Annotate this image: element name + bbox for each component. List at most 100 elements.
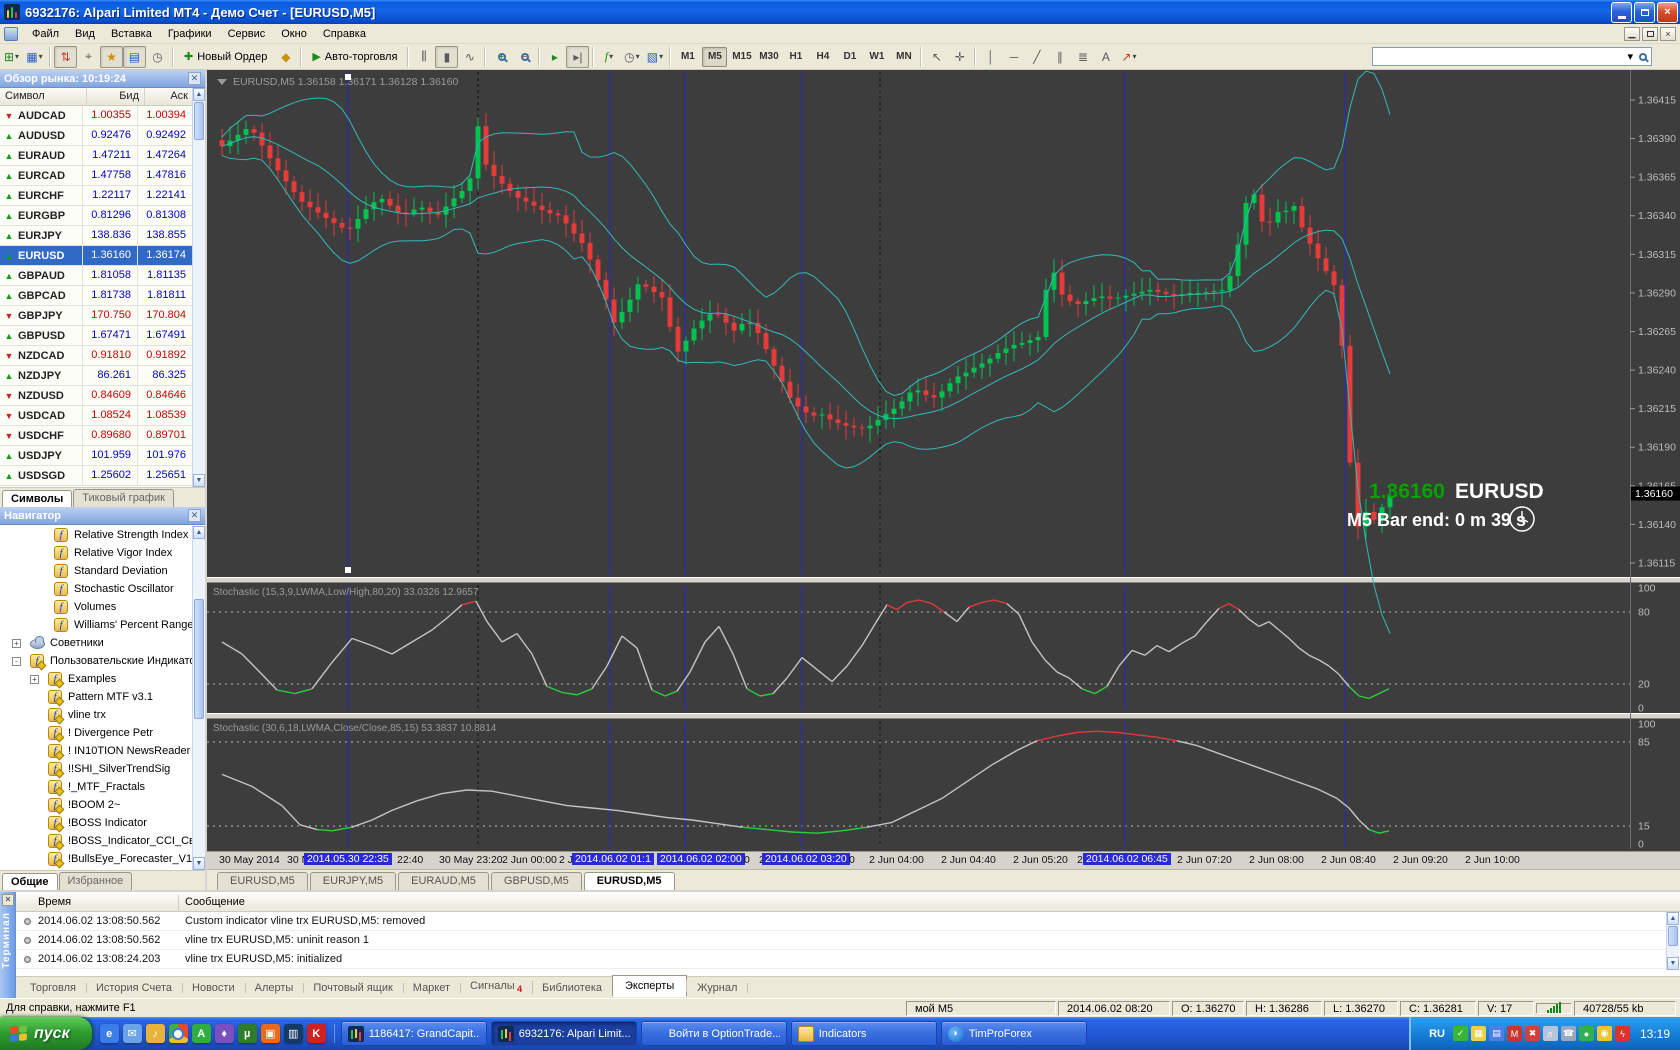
text-tool-button[interactable]: A (1094, 46, 1117, 68)
navigator-scrollbar[interactable]: ▲ ▼ (192, 526, 205, 870)
media-player-icon[interactable]: ♦ (214, 1024, 234, 1043)
timeframe-button-w1[interactable]: W1 (864, 47, 889, 67)
mail-tray-icon[interactable]: M (1506, 1026, 1522, 1041)
scroll-down-icon[interactable]: ▼ (193, 474, 205, 487)
trendline-tool-button[interactable]: ╱ (1025, 46, 1048, 68)
navigator-item[interactable]: f Volumes (0, 598, 192, 616)
indicators-button[interactable]: f ▾ (597, 46, 620, 68)
navigator-item[interactable]: f !!SHI_SilverTrendSig (0, 760, 192, 778)
chart-tab-eurusd-m5[interactable]: EURUSD,M5 (217, 872, 308, 890)
market-watch-row-gbpjpy[interactable]: ▼ GBPJPY 170.750 170.804 (0, 306, 192, 326)
terminal-tab-новости[interactable]: Новости (182, 979, 246, 997)
navigator-item[interactable]: f Stochastic Oscillator (0, 580, 192, 598)
navigator-close-icon[interactable]: ✕ (188, 509, 201, 522)
vertical-line-tool-button[interactable]: │ (979, 46, 1002, 68)
metaeditor-button[interactable]: ◆ (274, 46, 297, 68)
terminal-log-row[interactable]: 2014.06.02 13:08:50.562 Custom indicator … (16, 912, 1666, 931)
winamp-icon[interactable]: ♪ (145, 1024, 165, 1043)
navigator-item[interactable]: f Relative Strength Index (0, 526, 192, 544)
chart-tab-euraud-m5[interactable]: EURAUD,M5 (398, 872, 489, 890)
security-tray-icon[interactable]: ✖ (1524, 1026, 1540, 1041)
market-watch-toggle-button[interactable]: ⇅ (54, 45, 77, 68)
periods-button[interactable]: ◷ ▾ (620, 46, 643, 68)
taskbar-task-timproforex[interactable]: ◗ TimProForex (940, 1021, 1087, 1046)
menu-item-3[interactable]: Графики (160, 25, 220, 43)
navigator-item[interactable]: f vline trx (0, 706, 192, 724)
market-watch-row-euraud[interactable]: ▲ EURAUD 1.47211 1.47264 (0, 146, 192, 166)
terminal-log-row[interactable]: 2014.06.02 13:08:50.562 vline trx EURUSD,… (16, 931, 1666, 950)
navigator-item[interactable]: - f Пользовательские Индикатор (0, 652, 192, 670)
navigator-item[interactable]: f ! IN10TION NewsReader v (0, 742, 192, 760)
navigator-item[interactable]: f Pattern MTF v3.1 (0, 688, 192, 706)
menu-item-1[interactable]: Вид (67, 25, 103, 43)
navigator-item[interactable]: + Советники (0, 634, 192, 652)
terminal-tab-библиотека[interactable]: Библиотека (532, 979, 613, 997)
na-tray-icon[interactable]: ▦ (1470, 1026, 1486, 1041)
market-watch-row-eurchf[interactable]: ▲ EURCHF 1.22117 1.22141 (0, 186, 192, 206)
antivirus-tray-icon[interactable]: ✓ (1452, 1026, 1468, 1041)
channel-tool-button[interactable]: ∥ (1048, 46, 1071, 68)
timeframe-button-m5[interactable]: M5 (702, 46, 728, 67)
cursor-tool-button[interactable]: ↖ (925, 46, 948, 68)
minimize-button[interactable] (1611, 1, 1632, 23)
market-watch-row-nzdjpy[interactable]: ▲ NZDJPY 86.261 86.325 (0, 366, 192, 386)
candlestick-chart-button[interactable]: ▮ (435, 45, 459, 68)
timeframe-button-d1[interactable]: D1 (837, 47, 862, 67)
expand-plus-icon[interactable]: + (12, 638, 21, 648)
profiles-button[interactable]: ▦ ▾ (23, 46, 46, 68)
navigator-item[interactable]: + f Examples (0, 670, 192, 688)
zoom-out-button[interactable]: − (512, 46, 535, 68)
terminal-tab-история-счета[interactable]: История Счета (86, 979, 184, 997)
terminal-log-row[interactable]: 2014.06.02 13:08:24.203 vline trx EURUSD,… (16, 950, 1666, 969)
navigator-item[interactable]: f Williams' Percent Range (0, 616, 192, 634)
internet-explorer-icon[interactable]: e (99, 1024, 119, 1043)
navigator-item[interactable]: f !BOSS_Indicator_CCI_Све (0, 832, 192, 850)
menu-item-6[interactable]: Справка (315, 25, 374, 43)
aimp-icon[interactable]: ▣ (260, 1024, 280, 1043)
market-watch-row-eurjpy[interactable]: ▲ EURJPY 138.836 138.855 (0, 226, 192, 246)
device-tray-icon[interactable]: ☎ (1560, 1026, 1576, 1041)
terminal-tab-журнал[interactable]: Журнал (687, 979, 749, 997)
timeframe-button-m1[interactable]: M1 (675, 47, 700, 67)
navigator-item[interactable]: f !_MTF_Fractals (0, 778, 192, 796)
auto-scroll-button[interactable]: ▸ (543, 46, 566, 68)
search-input[interactable] (1377, 49, 1628, 64)
market-watch-row-gbpaud[interactable]: ▲ GBPAUD 1.81058 1.81135 (0, 266, 192, 286)
menu-item-5[interactable]: Окно (273, 25, 315, 43)
restore-button[interactable] (1634, 1, 1655, 23)
auto-trading-button[interactable]: ▶ Авто-торговля (305, 46, 404, 68)
market-watch-row-nzdcad[interactable]: ▼ NZDCAD 0.91810 0.91892 (0, 346, 192, 366)
taskbar-task-6932176[interactable]: 6932176: Alpari Limit... (490, 1021, 637, 1046)
chart-area[interactable]: 1.36415 1.36390 1.36365 1.36340 1.36315 1.362… (207, 70, 1680, 890)
fibonacci-tool-button[interactable]: ≣ (1071, 46, 1094, 68)
terminal-tab-алерты[interactable]: Алерты (245, 979, 305, 997)
wireless-tray-icon[interactable]: ◉ (1596, 1026, 1612, 1041)
bar-chart-button[interactable]: ⫼ (412, 46, 435, 68)
crosshair-tool-button[interactable]: ✛ (948, 46, 971, 68)
scroll-up-icon[interactable]: ▲ (1667, 912, 1679, 925)
terminal-tab-почтовый-ящик[interactable]: Почтовый ящик (303, 979, 405, 997)
navigator-toggle-button[interactable]: ★ (100, 45, 123, 68)
market-watch-row-audcad[interactable]: ▼ AUDCAD 1.00355 1.00394 (0, 106, 192, 126)
terminal-tab-торговля[interactable]: Торговля (20, 979, 87, 997)
chart-tab-eurusd-m5[interactable]: EURUSD,M5 (583, 872, 675, 890)
navigator-tab-общие[interactable]: Общие (2, 873, 58, 891)
market-watch-row-eurusd[interactable]: ▲ EURUSD 1.36160 1.36174 (0, 246, 192, 266)
navigator-item[interactable]: f Standard Deviation (0, 562, 192, 580)
outlook-icon[interactable]: ✉ (122, 1024, 142, 1043)
navigator-item[interactable]: f !BOOM 2~ (0, 796, 192, 814)
timeframe-button-mn[interactable]: MN (891, 47, 916, 67)
menu-item-2[interactable]: Вставка (103, 25, 160, 43)
new-chart-button[interactable]: ⊞ ▾ (0, 46, 23, 68)
scroll-up-icon[interactable]: ▲ (193, 88, 205, 101)
terminal-tab-маркет[interactable]: Маркет (403, 979, 462, 997)
horizontal-line-tool-button[interactable]: ─ (1002, 46, 1025, 68)
templates-button[interactable]: ▧ ▾ (643, 46, 666, 68)
new-order-button[interactable]: ✚ Новый Ордер (177, 46, 274, 68)
language-indicator[interactable]: RU (1425, 1026, 1449, 1042)
navigator-item[interactable]: f Relative Vigor Index (0, 544, 192, 562)
market-watch-close-icon[interactable]: ✕ (188, 72, 201, 85)
terminal-tab-эксперты[interactable]: Эксперты (611, 975, 688, 997)
start-button[interactable]: пуск (0, 1017, 92, 1050)
market-watch-row-usdjpy[interactable]: ▲ USDJPY 101.959 101.976 (0, 446, 192, 466)
